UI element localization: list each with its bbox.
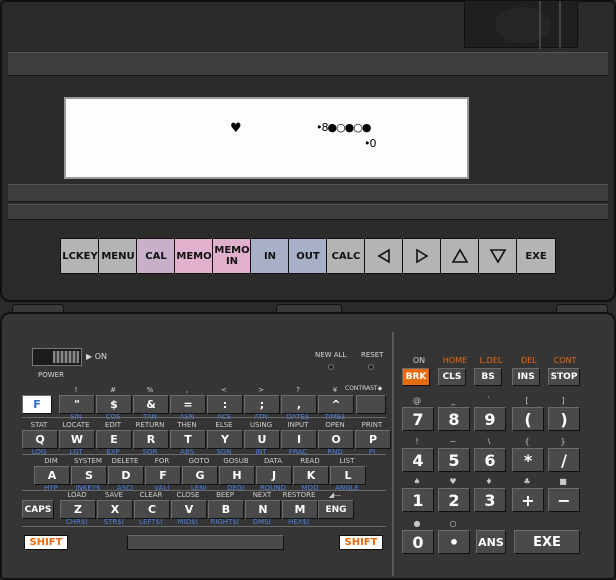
label-top-sym: # [110, 386, 116, 394]
key-d[interactable]: D [108, 466, 144, 485]
label-bottom-mid: MID$( [177, 518, 199, 526]
fkey-exe[interactable]: EXE [516, 238, 556, 274]
key-b[interactable]: B [208, 500, 244, 519]
label-top-save: SAVE [104, 491, 124, 499]
key-t[interactable]: T [170, 430, 206, 449]
key-j[interactable]: J [256, 466, 292, 485]
label-top-sym: ¥ [332, 386, 338, 394]
shift-key-right[interactable]: SHIFT [339, 535, 383, 550]
row-separator [22, 454, 386, 455]
label-bottom-dms: DMS( [252, 518, 272, 526]
label-top-dim: DIM [44, 457, 58, 465]
key-caps[interactable]: CAPS [22, 500, 54, 519]
key-h[interactable]: H [219, 466, 255, 485]
label-top-list: LIST [339, 457, 355, 465]
key-f[interactable]: F [145, 466, 181, 485]
key-k[interactable]: K [293, 466, 329, 485]
label-top-sym: ! [74, 386, 78, 394]
key-a[interactable]: A [34, 466, 70, 485]
up-arrow-icon[interactable] [440, 238, 480, 274]
key-sym[interactable]: : [207, 395, 243, 414]
label-top-sym: > [258, 386, 264, 394]
key-sym[interactable]: = [170, 395, 206, 414]
key-sym[interactable]: ^ [318, 395, 354, 414]
label-bottom-chr: CHR$( [65, 518, 89, 526]
key-quote[interactable]: " [59, 395, 95, 414]
label-top-sym: ? [296, 386, 300, 394]
label-top-input: INPUT [287, 421, 309, 429]
label-top-print: PRINT [361, 421, 383, 429]
key-sym[interactable]: ; [244, 395, 280, 414]
key-contrast[interactable] [356, 395, 386, 414]
key-c[interactable]: C [134, 500, 170, 519]
label-top-gosub: GOSUB [223, 457, 249, 465]
label-top-data: DATA [263, 457, 283, 465]
label-top-close: CLOSE [176, 491, 200, 499]
row-separator [22, 526, 386, 527]
label-top-beep: BEEP [216, 491, 234, 499]
label-top-sym: , [185, 386, 189, 394]
key-y[interactable]: Y [207, 430, 243, 449]
key-eng[interactable]: ENG [318, 500, 354, 519]
label-top-sym: % [146, 386, 154, 394]
space-key[interactable] [127, 535, 284, 550]
row-separator [22, 490, 386, 491]
label-top-edit: EDIT [104, 421, 122, 429]
label-top-system: SYSTEM [74, 457, 102, 465]
key-sym[interactable]: & [133, 395, 169, 414]
key-q[interactable]: Q [22, 430, 58, 449]
label-top-read: READ [300, 457, 320, 465]
label-top-next: NEXT [252, 491, 272, 499]
shift-key-left[interactable]: SHIFT [24, 535, 68, 550]
key-x[interactable]: X [97, 500, 133, 519]
label-bottom-str: STR$( [103, 518, 125, 526]
key-m[interactable]: M [282, 500, 318, 519]
key-w[interactable]: W [59, 430, 95, 449]
label-bottom-left: LEFT$( [139, 518, 163, 526]
key-sym[interactable]: $ [96, 395, 132, 414]
alpha-keyboard: F "! SIN $ # COS &% TAN =, ASN: < ACS; > ATN,? DATE$ ^ ¥… [0, 0, 392, 580]
label-top-delete: DELETE [111, 457, 139, 465]
key-o[interactable]: O [318, 430, 354, 449]
label-top-using: USING [249, 421, 273, 429]
keypad-divider [392, 332, 394, 576]
right-arrow-icon[interactable] [402, 238, 442, 274]
key-i[interactable]: I [281, 430, 317, 449]
label-bottom-hex: HEX$( [288, 518, 310, 526]
label-top-sym: ◢— [328, 491, 342, 499]
key-p[interactable]: P [355, 430, 391, 449]
key-s[interactable]: S [71, 466, 107, 485]
label-bottom-right: RIGHT$( [210, 518, 240, 526]
key-f-function[interactable]: F [22, 395, 52, 414]
label-top-open: OPEN [325, 421, 345, 429]
label-top-goto: GOTO [188, 457, 210, 465]
key-z[interactable]: Z [60, 500, 96, 519]
label-top-load: LOAD [67, 491, 87, 499]
label-top-locate: LOCATE [62, 421, 90, 429]
label-top-stat: STAT [30, 421, 48, 429]
label-top-then: THEN [177, 421, 197, 429]
row-separator [22, 417, 386, 418]
label-top-else: ELSE [215, 421, 233, 429]
key-sym[interactable]: , [281, 395, 317, 414]
key-n[interactable]: N [245, 500, 281, 519]
label-top-return: RETURN [135, 421, 165, 429]
key-g[interactable]: G [182, 466, 218, 485]
label-top-for: FOR [154, 457, 170, 465]
key-u[interactable]: U [244, 430, 280, 449]
key-l[interactable]: L [330, 466, 366, 485]
label-top-clear: CLEAR [139, 491, 163, 499]
speaker-grille [464, 0, 578, 49]
key-e[interactable]: E [96, 430, 132, 449]
down-arrow-icon[interactable] [478, 238, 518, 274]
key-r[interactable]: R [133, 430, 169, 449]
label-top-restore: RESTORE [282, 491, 316, 499]
label-top-sym: < [221, 386, 227, 394]
key-v[interactable]: V [171, 500, 207, 519]
